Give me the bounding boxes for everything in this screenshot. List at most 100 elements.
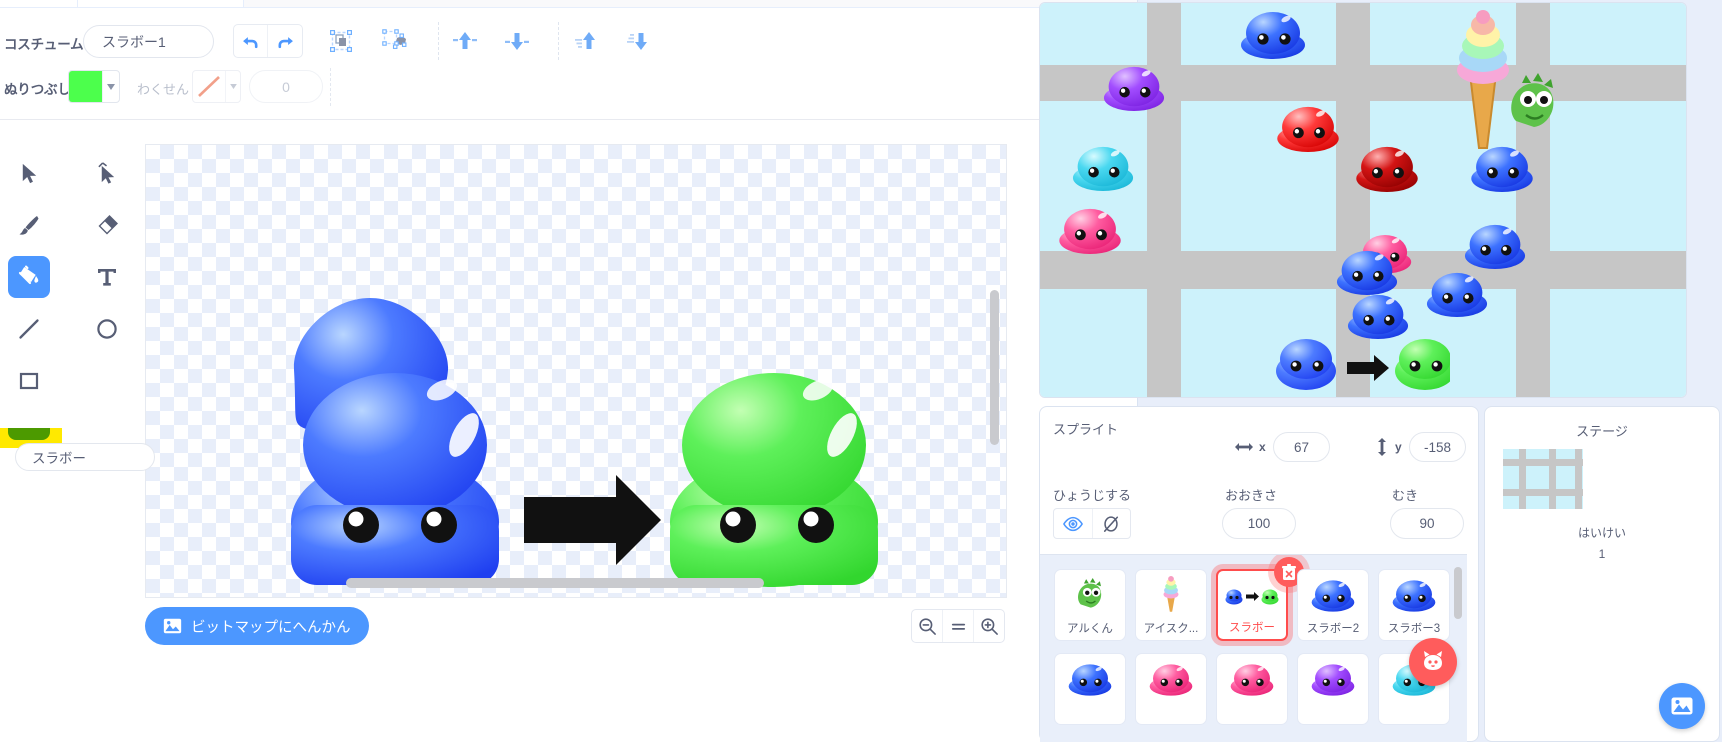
costume-name-input[interactable]	[83, 25, 214, 58]
sprite-card[interactable]	[1135, 653, 1207, 725]
sprite-card-name: スラボー3	[1387, 623, 1441, 635]
toolbar-divider-1	[438, 22, 439, 60]
undo-button[interactable]	[234, 25, 269, 57]
road-v-1	[1147, 3, 1181, 397]
add-backdrop-button[interactable]	[1659, 683, 1705, 729]
fill-bucket-icon	[18, 265, 39, 285]
chevron-down-icon-outline	[225, 71, 240, 102]
fill-color-swatch[interactable]	[68, 70, 120, 103]
stage-blob	[1464, 222, 1526, 269]
brush-icon	[19, 216, 39, 235]
sprite-card[interactable]	[1054, 653, 1126, 725]
reshape-icon	[97, 161, 114, 184]
y-input[interactable]: -158	[1409, 432, 1466, 462]
fill-tool[interactable]	[8, 256, 50, 298]
sprite-card[interactable]: アルくん	[1054, 569, 1126, 641]
style-divider	[330, 68, 331, 106]
sprite-thumbnail	[1136, 574, 1206, 616]
sprite-thumbnail	[1298, 658, 1368, 700]
sprite-card-name: スラボー2	[1306, 623, 1360, 635]
zoom-in-button[interactable]	[973, 610, 1004, 642]
line-icon	[19, 319, 39, 339]
select-tool[interactable]	[8, 152, 50, 194]
redo-icon	[278, 36, 293, 48]
x-axis-icon	[1234, 438, 1253, 456]
line-tool[interactable]	[8, 308, 50, 350]
canvas-vertical-scrollbar[interactable]	[990, 290, 999, 445]
circle-icon	[97, 319, 117, 339]
outline-color-chip	[193, 71, 225, 102]
outline-thickness-input[interactable]: 0	[249, 70, 323, 103]
visibility-toggle	[1053, 508, 1131, 539]
group-icon	[329, 29, 353, 53]
sprite-list: アルくん アイスク... スラボー スラボー2 スラボー3	[1040, 554, 1467, 742]
x-input[interactable]: 67	[1273, 432, 1330, 462]
sprite-card[interactable]: アイスク...	[1135, 569, 1207, 641]
forward-button[interactable]	[447, 24, 483, 58]
hide-button[interactable]	[1091, 509, 1131, 538]
sprite-card[interactable]: スラボー3	[1378, 569, 1450, 641]
redo-button[interactable]	[268, 25, 302, 57]
brush-tool[interactable]	[8, 204, 50, 246]
stage-costume-preview	[1276, 339, 1450, 390]
stage-blob	[1072, 144, 1134, 191]
reshape-tool[interactable]	[86, 152, 128, 194]
paint-canvas[interactable]	[145, 144, 1007, 598]
stage-blob	[1347, 292, 1409, 339]
stage-blob	[1103, 64, 1165, 111]
stage-blob	[1240, 9, 1306, 59]
zoom-out-button[interactable]	[912, 610, 942, 642]
backdrop-count: 1	[1598, 547, 1606, 561]
sprite-thumbnail	[1136, 658, 1206, 700]
sprite-list-scrollbar[interactable]	[1454, 567, 1462, 619]
bitmap-icon	[163, 618, 182, 634]
sprite-name-input[interactable]	[15, 443, 155, 471]
tab-code[interactable]	[0, 0, 78, 8]
outline-color-swatch[interactable]	[192, 70, 241, 103]
eye-icon	[1062, 516, 1083, 531]
sprite-card[interactable]	[1216, 653, 1288, 725]
text-tool[interactable]	[86, 256, 128, 298]
sprite-card[interactable]: スラボー2	[1297, 569, 1369, 641]
ungroup-button[interactable]	[376, 24, 412, 58]
group-button[interactable]	[323, 24, 359, 58]
forward-icon	[453, 32, 477, 49]
undo-icon	[243, 36, 258, 48]
tab-costumes[interactable]	[78, 0, 244, 8]
sprite-card-name: アルくん	[1067, 623, 1113, 635]
canvas-zoom-controls	[911, 609, 1005, 643]
convert-to-bitmap-button[interactable]: ビットマップにへんかん	[145, 607, 369, 645]
size-input[interactable]: 100	[1222, 508, 1296, 539]
backdrop-add-icon	[1671, 697, 1693, 715]
sprite-thumbnail	[1055, 658, 1125, 700]
circle-tool[interactable]	[86, 308, 128, 350]
zoom-reset-button[interactable]	[942, 610, 973, 642]
stage-selector-title: ステージ	[1576, 424, 1628, 439]
eraser-tool[interactable]	[86, 204, 128, 246]
add-sprite-button[interactable]	[1409, 638, 1457, 686]
sprite-thumbnail	[1379, 574, 1449, 616]
canvas-horizontal-scrollbar[interactable]	[346, 578, 764, 588]
stage-blob	[1336, 248, 1398, 295]
paint-toolbar-top: コスチューム	[0, 8, 1137, 67]
chevron-down-icon	[102, 71, 119, 102]
direction-input[interactable]: 90	[1390, 508, 1464, 539]
show-button[interactable]	[1054, 509, 1092, 538]
convert-to-bitmap-label: ビットマップにへんかん	[191, 619, 351, 636]
rectangle-icon	[19, 372, 39, 390]
sprite-section-title: スプライト	[1053, 422, 1119, 437]
ungroup-icon	[382, 29, 407, 49]
stage-backdrop-thumbnail[interactable]	[1503, 449, 1583, 509]
rect-tool[interactable]	[8, 360, 50, 402]
stage-view[interactable]	[1039, 2, 1687, 398]
text-icon	[98, 269, 116, 286]
stage-blob	[1355, 144, 1419, 192]
eye-slash-icon	[1104, 515, 1119, 532]
stage-blob	[1276, 104, 1340, 152]
back-button[interactable]	[621, 24, 657, 58]
size-label: おおきさ	[1225, 488, 1278, 503]
backward-button[interactable]	[499, 24, 535, 58]
sprite-card[interactable]	[1297, 653, 1369, 725]
front-button[interactable]	[569, 24, 605, 58]
eraser-icon	[98, 215, 118, 235]
